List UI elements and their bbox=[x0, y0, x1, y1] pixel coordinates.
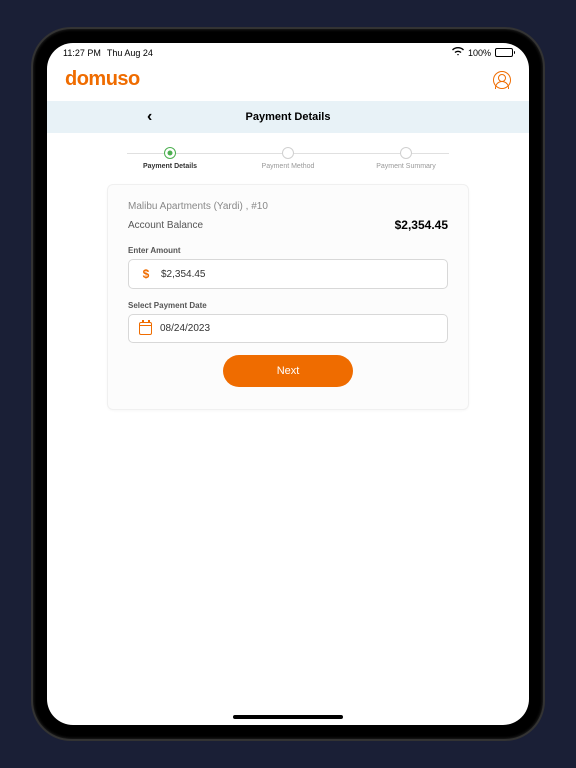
content-area: Payment Details Payment Method Payment S… bbox=[47, 133, 529, 715]
status-left: 11:27 PM Thu Aug 24 bbox=[63, 48, 153, 58]
payment-card: Malibu Apartments (Yardi) , #10 Account … bbox=[107, 184, 469, 410]
status-time: 11:27 PM bbox=[63, 48, 101, 58]
property-name: Malibu Apartments (Yardi) , #10 bbox=[128, 201, 448, 212]
date-input[interactable] bbox=[160, 323, 437, 334]
step-label: Payment Details bbox=[143, 163, 197, 170]
step-payment-summary[interactable]: Payment Summary bbox=[347, 147, 465, 170]
step-circle-icon bbox=[282, 147, 294, 159]
progress-stepper: Payment Details Payment Method Payment S… bbox=[107, 147, 469, 170]
battery-icon bbox=[495, 48, 513, 57]
step-payment-method[interactable]: Payment Method bbox=[229, 147, 347, 170]
dollar-icon: $ bbox=[139, 267, 153, 281]
tablet-frame: 11:27 PM Thu Aug 24 100% domuso ‹ Paymen… bbox=[33, 29, 543, 739]
status-date: Thu Aug 24 bbox=[107, 48, 153, 58]
profile-icon[interactable] bbox=[493, 71, 511, 89]
amount-input-wrapper[interactable]: $ bbox=[128, 259, 448, 289]
amount-label: Enter Amount bbox=[128, 246, 448, 255]
balance-amount: $2,354.45 bbox=[395, 218, 448, 232]
date-label: Select Payment Date bbox=[128, 301, 448, 310]
balance-row: Account Balance $2,354.45 bbox=[128, 218, 448, 232]
balance-label: Account Balance bbox=[128, 220, 203, 231]
calendar-icon bbox=[139, 322, 152, 335]
battery-percent: 100% bbox=[468, 48, 491, 58]
amount-input[interactable] bbox=[161, 269, 437, 280]
app-logo[interactable]: domuso bbox=[65, 68, 140, 91]
date-input-wrapper[interactable] bbox=[128, 314, 448, 343]
step-payment-details[interactable]: Payment Details bbox=[111, 147, 229, 170]
page-header: ‹ Payment Details bbox=[47, 101, 529, 133]
wifi-icon bbox=[452, 47, 464, 58]
status-right: 100% bbox=[452, 47, 513, 58]
back-button[interactable]: ‹ bbox=[147, 108, 152, 126]
step-label: Payment Summary bbox=[376, 163, 436, 170]
page-title: Payment Details bbox=[63, 111, 513, 123]
status-bar: 11:27 PM Thu Aug 24 100% bbox=[47, 43, 529, 60]
app-header: domuso bbox=[47, 60, 529, 101]
step-circle-icon bbox=[400, 147, 412, 159]
screen: 11:27 PM Thu Aug 24 100% domuso ‹ Paymen… bbox=[47, 43, 529, 725]
step-circle-icon bbox=[164, 147, 176, 159]
home-indicator[interactable] bbox=[233, 715, 343, 719]
step-label: Payment Method bbox=[262, 163, 315, 170]
next-button[interactable]: Next bbox=[223, 355, 354, 387]
